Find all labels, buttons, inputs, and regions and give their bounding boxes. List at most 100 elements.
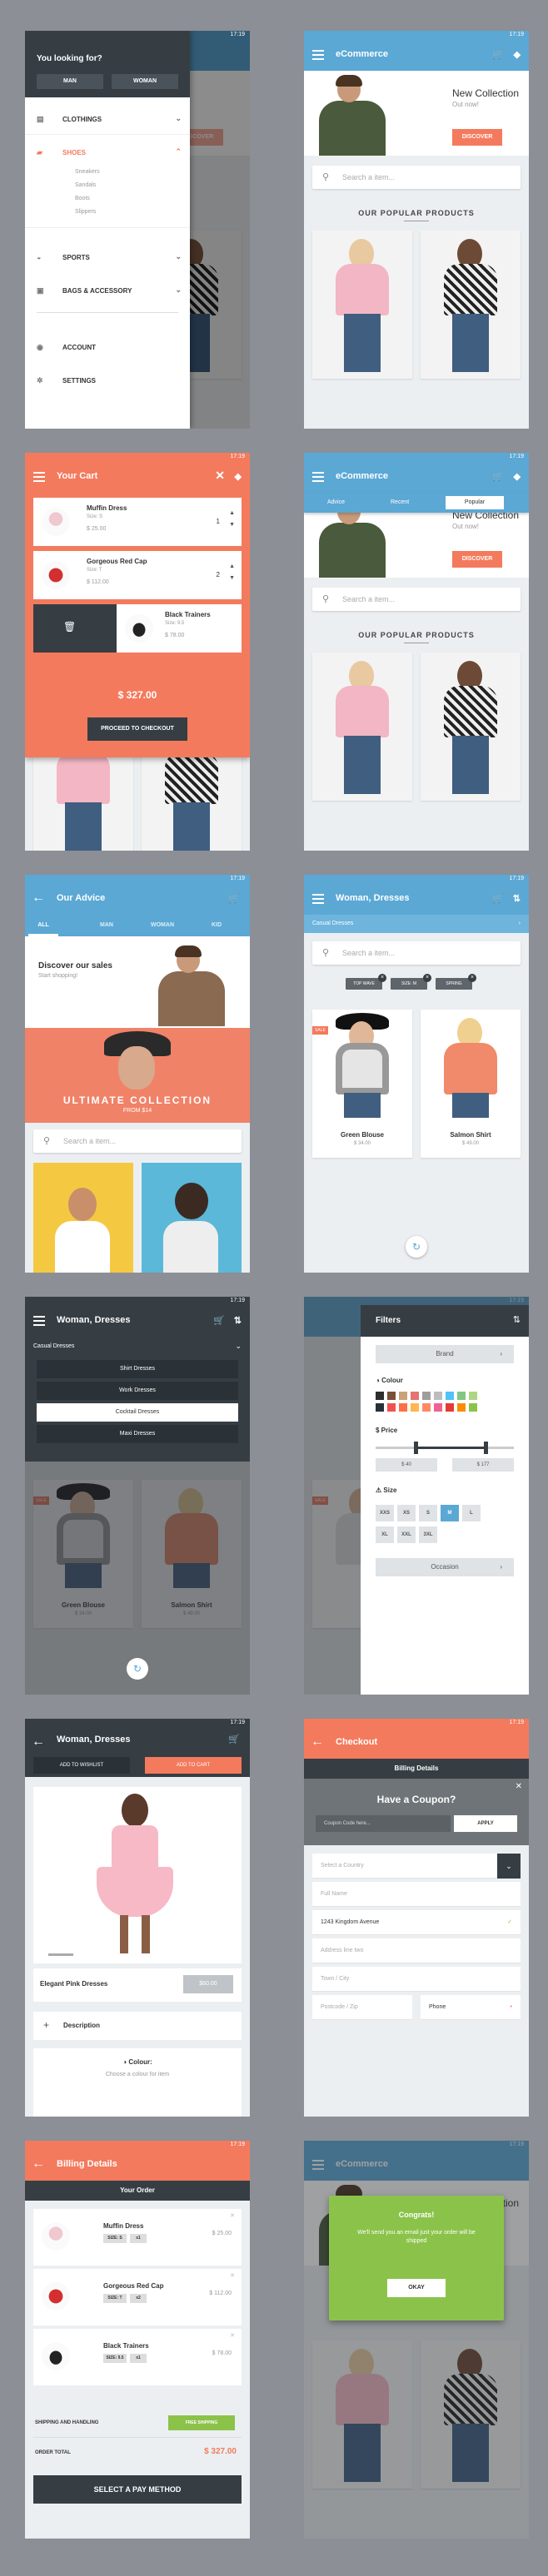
cart-icon[interactable]: 🛒 — [492, 471, 504, 482]
close-icon[interactable]: ✕ — [215, 469, 225, 483]
tune-icon[interactable]: ⇅ — [234, 1315, 242, 1326]
back-icon[interactable]: ← — [311, 1735, 324, 1750]
menu-icon[interactable] — [33, 1316, 45, 1326]
woman-button[interactable]: WOMAN — [112, 74, 178, 89]
phone-field[interactable]: Phone • — [421, 1995, 521, 2020]
product-card[interactable]: Salmon Shirt$ 49.00 — [421, 1010, 521, 1158]
category-option-selected[interactable]: Cocktail Dresses — [37, 1403, 238, 1422]
colour-swatch[interactable] — [399, 1403, 407, 1412]
collection-banner[interactable]: ULTIMATE COLLECTION FROM $14 — [25, 1028, 250, 1123]
close-icon[interactable]: ✕ — [230, 2332, 235, 2339]
trash-icon[interactable]: 🗑 — [63, 621, 76, 633]
cart-icon[interactable]: 🛒 — [213, 1315, 225, 1326]
colour-swatch[interactable] — [387, 1403, 396, 1412]
menu-icon[interactable] — [312, 472, 324, 482]
add-to-cart-button[interactable]: ADD TO CART — [145, 1757, 242, 1774]
size-option[interactable]: XS — [397, 1505, 416, 1521]
category-selector[interactable]: Casual Dresses › — [304, 915, 529, 933]
town-field[interactable]: Town / City — [312, 1967, 521, 1992]
colour-swatch[interactable] — [411, 1403, 419, 1412]
tag-icon[interactable]: ◆ — [514, 471, 521, 482]
cart-icon[interactable]: 🛒 — [492, 893, 504, 904]
current-category[interactable]: Casual Dresses — [33, 1343, 74, 1349]
colour-swatch[interactable] — [469, 1392, 477, 1400]
colour-swatch[interactable] — [376, 1392, 384, 1400]
category-option[interactable]: Maxi Dresses — [37, 1425, 238, 1443]
close-icon[interactable]: ✕ — [230, 2272, 235, 2279]
refresh-icon[interactable]: ↻ — [127, 1658, 148, 1680]
menu-icon[interactable] — [312, 894, 324, 904]
product-card[interactable]: SALEGreen Blouse$ 34.00 — [312, 1010, 412, 1158]
tab-man[interactable]: MAN — [90, 922, 123, 928]
submenu-sandals[interactable]: Sandals — [75, 182, 96, 188]
checkout-button[interactable]: PROCEED TO CHECKOUT — [87, 717, 187, 741]
cart-icon[interactable]: 🛒 — [228, 1734, 240, 1745]
product-card[interactable] — [421, 231, 521, 379]
submenu-slippers[interactable]: Slippers — [75, 209, 96, 215]
colour-swatch[interactable] — [376, 1403, 384, 1412]
filter-chip[interactable]: SPRING — [436, 974, 476, 990]
menu-item-bags[interactable]: ▣ BAGS & ACCESSORY ⌄ — [25, 277, 190, 304]
product-card[interactable] — [312, 653, 412, 801]
pay-method-button[interactable]: SELECT A PAY METHOD — [33, 2475, 242, 2504]
quantity-value[interactable]: 1 — [217, 518, 220, 525]
cart-item[interactable]: Muffin Dress Size: S $ 25.00 1 ▲ ▼ — [33, 498, 242, 546]
back-icon[interactable]: ← — [32, 2157, 45, 2171]
colour-swatch[interactable] — [411, 1392, 419, 1400]
discover-button[interactable]: DISCOVER — [452, 551, 502, 568]
product-card[interactable] — [312, 231, 412, 379]
sales-banner[interactable]: Discover our sales Start shopping! — [25, 936, 250, 1028]
quantity-value[interactable]: 2 — [217, 571, 220, 578]
cart-item[interactable]: Black Trainers Size: 9.5 $ 78.00 — [117, 604, 242, 653]
search-input[interactable]: ⚲ Search a item... — [312, 166, 521, 189]
okay-button[interactable]: OKAY — [387, 2279, 446, 2297]
menu-item-settings[interactable]: ✲ SETTINGS — [25, 367, 190, 394]
size-option[interactable]: L — [462, 1505, 481, 1521]
price-slider[interactable] — [376, 1442, 514, 1454]
colour-swatch[interactable] — [434, 1392, 442, 1400]
category-option[interactable]: Work Dresses — [37, 1382, 238, 1400]
discover-button[interactable]: DISCOVER — [452, 129, 502, 146]
colour-swatch[interactable] — [422, 1392, 431, 1400]
colour-swatch[interactable] — [469, 1403, 477, 1412]
quantity-stepper[interactable]: ▲ ▼ — [229, 561, 235, 584]
product-card[interactable] — [421, 653, 521, 801]
submenu-sneakers[interactable]: Sneakers — [75, 169, 100, 175]
size-option[interactable]: XL — [376, 1526, 394, 1543]
country-select[interactable]: Select a Country ⌄ — [312, 1854, 521, 1879]
category-option[interactable]: Shirt Dresses — [37, 1360, 238, 1378]
address-line-one-field[interactable]: 1243 Kingdom Avenue ✓ — [312, 1910, 521, 1935]
menu-icon[interactable] — [33, 472, 45, 482]
brand-selector[interactable]: Brand › — [376, 1345, 514, 1363]
postcode-field[interactable]: Postcode / Zip — [312, 1995, 412, 2020]
cart-item[interactable]: Gorgeous Red Cap Size: T $ 112.00 2 ▲ ▼ — [33, 551, 242, 599]
colour-swatch[interactable] — [399, 1392, 407, 1400]
product-gallery[interactable] — [33, 1787, 242, 1963]
tab-all[interactable]: ALL — [25, 922, 62, 928]
colour-swatch[interactable] — [446, 1392, 454, 1400]
size-option[interactable]: XXS — [376, 1505, 394, 1521]
man-button[interactable]: MAN — [37, 74, 103, 89]
tab-advice[interactable]: Advice — [327, 499, 345, 505]
colour-swatch[interactable] — [457, 1403, 466, 1412]
colour-swatch[interactable] — [446, 1403, 454, 1412]
apply-button[interactable]: APPLY — [454, 1815, 517, 1832]
size-option[interactable]: 3XL — [419, 1526, 437, 1543]
filter-chip[interactable]: TOP WAVE — [346, 974, 386, 990]
tune-icon[interactable]: ⇅ — [513, 893, 521, 904]
submenu-boots[interactable]: Boots — [75, 196, 90, 201]
cart-icon[interactable]: 🛒 — [228, 893, 240, 904]
refresh-icon[interactable]: ↻ — [406, 1236, 427, 1258]
tab-woman[interactable]: WOMAN — [142, 922, 183, 928]
quantity-stepper[interactable]: ▲ ▼ — [229, 508, 235, 531]
size-option[interactable]: S — [419, 1505, 437, 1521]
close-icon[interactable]: ✕ — [230, 2212, 235, 2219]
filter-chip[interactable]: SIZE: M — [391, 974, 431, 990]
tab-popular[interactable]: Popular — [446, 496, 504, 509]
back-icon[interactable]: ← — [32, 1735, 45, 1750]
colour-swatch[interactable] — [434, 1403, 442, 1412]
occasion-selector[interactable]: Occasion › — [376, 1558, 514, 1576]
colour-swatch[interactable] — [457, 1392, 466, 1400]
coupon-input[interactable]: Coupon Code here... — [316, 1815, 451, 1832]
menu-item-shoes[interactable]: ▰ SHOES ⌃ — [25, 139, 190, 166]
